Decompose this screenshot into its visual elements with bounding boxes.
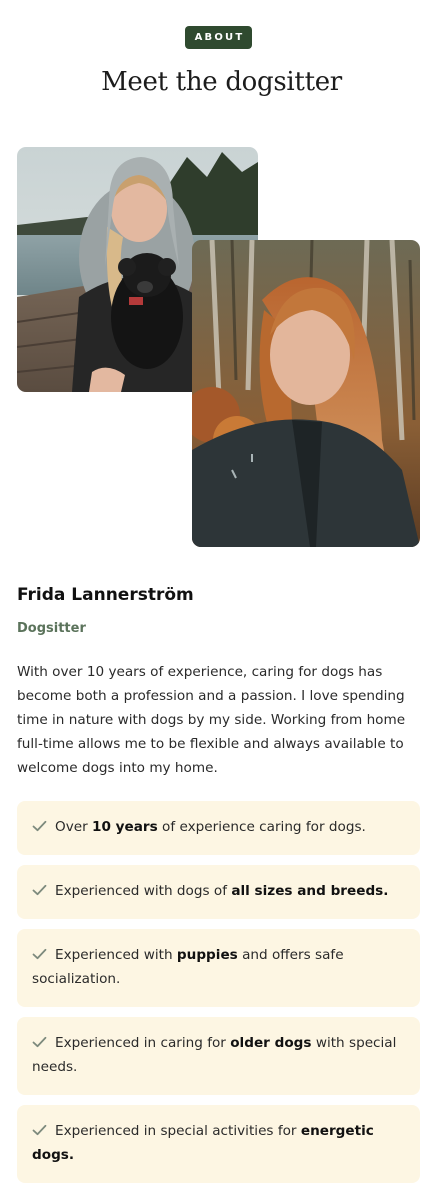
feature-text: of experience caring for dogs. xyxy=(157,819,366,835)
check-icon xyxy=(32,820,47,832)
feature-item: Experienced in special activities for en… xyxy=(17,1105,420,1183)
feature-highlight: all sizes and breeds. xyxy=(231,883,389,899)
feature-highlight: older dogs xyxy=(230,1035,312,1051)
check-icon xyxy=(32,1124,47,1136)
feature-item: Experienced in caring for older dogs wit… xyxy=(17,1017,420,1095)
feature-item: Experienced with dogs of all sizes and b… xyxy=(17,865,420,919)
check-icon xyxy=(32,1036,47,1048)
feature-text: Experienced with xyxy=(55,947,177,963)
check-icon xyxy=(32,948,47,960)
feature-item: Experienced with puppies and offers safe… xyxy=(17,929,420,1007)
profile-role: Dogsitter xyxy=(17,621,86,636)
profile-name: Frida Lannerström xyxy=(17,585,194,605)
feature-highlight: 10 years xyxy=(92,819,158,835)
profile-bio: With over 10 years of experience, caring… xyxy=(17,664,406,776)
feature-text: Over xyxy=(55,819,93,835)
feature-item: Over 10 years of experience caring for d… xyxy=(17,801,420,855)
about-badge: ABOUT xyxy=(185,26,252,49)
feature-text: Experienced in special activities for xyxy=(55,1123,301,1139)
feature-text: Experienced in caring for xyxy=(55,1035,231,1051)
photo-in-forest xyxy=(192,240,420,547)
check-icon xyxy=(32,884,47,896)
section-title: Meet the dogsitter xyxy=(101,67,342,97)
feature-text: Experienced with dogs of xyxy=(55,883,232,899)
feature-highlight: puppies xyxy=(176,947,238,963)
